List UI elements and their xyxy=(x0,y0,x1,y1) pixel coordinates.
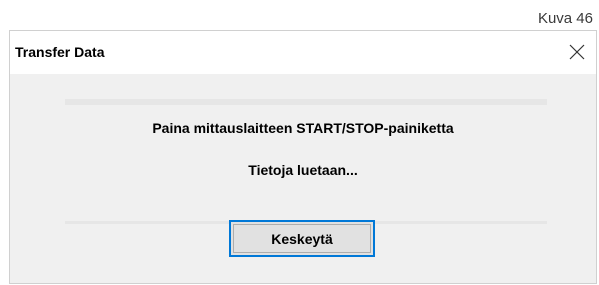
cancel-button[interactable]: Keskeytä xyxy=(229,220,375,257)
close-button[interactable] xyxy=(562,37,592,67)
cancel-button-label: Keskeytä xyxy=(271,230,333,247)
status-text: Tietoja luetaan... xyxy=(248,162,358,178)
dialog-titlebar: Transfer Data xyxy=(10,31,596,74)
close-icon xyxy=(569,44,585,60)
instruction-text: Paina mittauslaitteen START/STOP-painike… xyxy=(152,120,454,136)
dialog-title: Transfer Data xyxy=(15,44,105,60)
transfer-data-dialog: Transfer Data Paina mittauslaitteen STAR… xyxy=(9,30,597,284)
figure-label: Kuva 46 xyxy=(537,10,593,27)
dialog-content: Paina mittauslaitteen START/STOP-painike… xyxy=(10,74,596,283)
progress-bar-top xyxy=(65,99,547,105)
